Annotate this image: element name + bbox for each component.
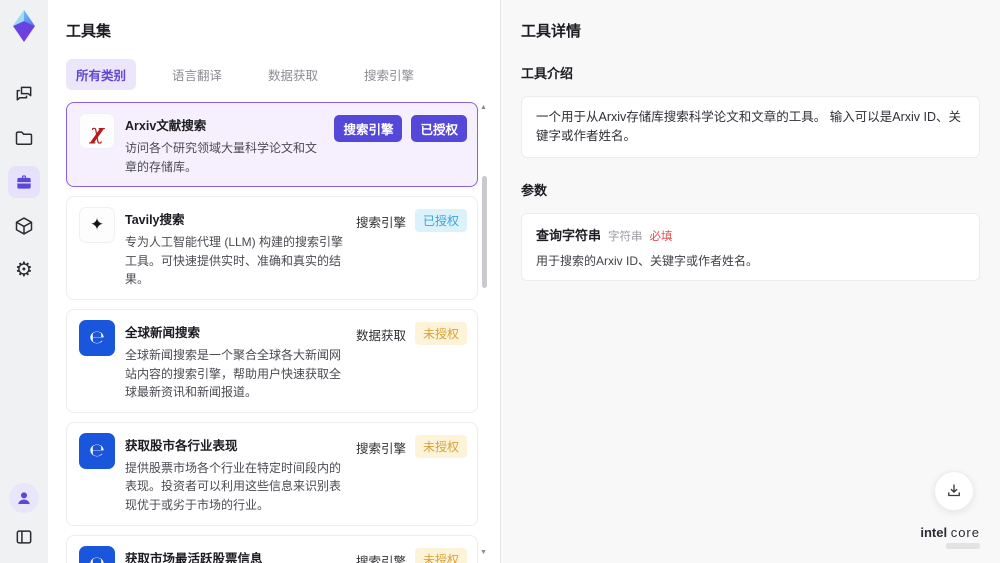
download-icon <box>945 482 963 500</box>
tool-detail-panel: 工具详情 工具介绍 一个用于从Arxiv存储库搜索科学论文和文章的工具。 输入可… <box>500 0 1000 563</box>
sidebar-bottom <box>8 483 40 553</box>
status-badge: 未授权 <box>414 547 467 563</box>
user-icon <box>15 489 33 507</box>
tavily-sparkle-icon: ✦ <box>79 207 115 244</box>
tool-name: Arxiv文献搜索 <box>125 119 207 133</box>
param-type: 字符串 <box>608 230 643 243</box>
gear-icon: ⚙ <box>15 259 33 281</box>
status-badge[interactable]: 已授权 <box>411 115 467 142</box>
arxiv-icon: χ <box>79 113 115 149</box>
param-card: 查询字符串 字符串 必填 用于搜索的Arxiv ID、关键字或作者姓名。 <box>521 212 980 281</box>
tool-name: Tavily搜索 <box>125 213 185 228</box>
download-button[interactable] <box>934 471 974 511</box>
page-title: 工具集 <box>66 23 112 40</box>
cube-icon <box>14 216 34 236</box>
intro-card: 一个用于从Arxiv存储库搜索科学论文和文章的工具。 输入可以是Arxiv ID… <box>521 96 980 158</box>
scroll-up-icon[interactable]: ▲ <box>480 104 487 111</box>
detail-title: 工具详情 <box>521 23 582 40</box>
sidebar-item-packages[interactable] <box>8 210 40 242</box>
scrollbar-thumb[interactable] <box>482 176 487 288</box>
tool-description: 提供股票市场各个行业在特定时间段内的表现。投资者可以利用这些信息来识别表现优于或… <box>125 460 342 512</box>
tool-row-arxiv[interactable]: χ Arxiv文献搜索 访问各个研究领域大量科学论文和文章的存储库。 搜索引擎 … <box>66 102 478 188</box>
tool-row-global-news[interactable]: ℮ 全球新闻搜索 全球新闻搜索是一个聚合全球各大新闻网站内容的搜索引擎，帮助用户… <box>66 308 478 413</box>
tab-all-categories[interactable]: 所有类别 <box>66 59 137 90</box>
sidebar-item-toolbox[interactable] <box>8 166 40 198</box>
category-label: 搜索引擎 <box>355 216 406 231</box>
tool-list-panel: 工具集 所有类别 语言翻译 数据获取 搜索引擎 χ Arxiv文献搜索 访问各个… <box>48 0 500 563</box>
sidebar-nav: ⚙ <box>8 78 40 286</box>
tool-row-tavily[interactable]: ✦ Tavily搜索 专为人工智能代理 (LLM) 构建的搜索引擎工具。可快速提… <box>66 196 478 300</box>
news-app-icon: ℮ <box>79 319 115 356</box>
tool-name: 获取市场最活跃股票信息 <box>125 551 263 563</box>
param-name: 查询字符串 <box>536 227 602 243</box>
sidebar-item-settings[interactable]: ⚙ <box>8 254 40 286</box>
sidebar: ⚙ <box>0 0 48 563</box>
tab-search-engine[interactable]: 搜索引擎 <box>354 59 424 90</box>
core-logo-text: core <box>950 525 980 540</box>
status-badge: 未授权 <box>414 434 467 458</box>
tab-language-translation[interactable]: 语言翻译 <box>162 59 232 90</box>
category-label: 数据获取 <box>355 328 406 343</box>
folder-icon <box>14 128 34 148</box>
sidebar-item-chat[interactable] <box>8 78 40 110</box>
status-badge: 未授权 <box>414 321 467 345</box>
tool-name: 获取股市各行业表现 <box>125 438 238 453</box>
intro-heading: 工具介绍 <box>521 66 574 81</box>
intel-core-logo: intel core <box>920 525 980 549</box>
params-heading: 参数 <box>521 182 548 198</box>
intel-logo-text: intel <box>920 525 948 540</box>
panel-toggle-button[interactable] <box>8 521 40 553</box>
chat-icon <box>14 84 34 104</box>
tool-name: 全球新闻搜索 <box>125 325 201 340</box>
category-label: 搜索引擎 <box>355 441 406 456</box>
sidebar-item-files[interactable] <box>8 122 40 154</box>
scroll-down-icon[interactable]: ▼ <box>480 549 487 556</box>
user-avatar-button[interactable] <box>9 483 39 513</box>
tool-description: 全球新闻搜索是一个聚合全球各大新闻网站内容的搜索引擎，帮助用户快速获取全球最新资… <box>125 347 342 400</box>
status-badge: 已授权 <box>414 209 467 233</box>
tool-description: 专为人工智能代理 (LLM) 构建的搜索引擎工具。可快速提供实时、准确和真实的结… <box>125 235 344 287</box>
tab-data-fetching[interactable]: 数据获取 <box>258 59 328 90</box>
category-label: 搜索引擎 <box>355 554 406 563</box>
tool-list: χ Arxiv文献搜索 访问各个研究领域大量科学论文和文章的存储库。 搜索引擎 … <box>66 102 487 563</box>
toolbox-icon <box>14 172 34 192</box>
news-app-icon: ℮ <box>79 545 115 563</box>
news-app-icon: ℮ <box>79 432 115 469</box>
category-tabs: 所有类别 语言翻译 数据获取 搜索引擎 <box>66 59 480 90</box>
app-window: ⚙ 工具集 所有类别 语言翻译 数据获取 搜索引擎 χ Arxiv文献搜索 访问… <box>0 0 1000 563</box>
tool-row-active-stocks[interactable]: ℮ 获取市场最活跃股票信息 提供当天交易量最高的股票列表，投资者可以利用这些信息… <box>66 534 478 563</box>
intel-logo-subtext <box>946 543 980 549</box>
panel-toggle-icon <box>14 527 34 547</box>
param-description: 用于搜索的Arxiv ID、关键字或作者姓名。 <box>536 253 759 268</box>
app-logo-gem-icon <box>7 8 41 44</box>
param-required-badge: 必填 <box>649 230 673 243</box>
category-badge[interactable]: 搜索引擎 <box>334 115 403 142</box>
tool-description: 访问各个研究领域大量科学论文和文章的存储库。 <box>125 141 318 174</box>
tool-row-sector-performance[interactable]: ℮ 获取股市各行业表现 提供股票市场各个行业在特定时间段内的表现。投资者可以利用… <box>66 421 478 526</box>
intro-text: 一个用于从Arxiv存储库搜索科学论文和文章的工具。 输入可以是Arxiv ID… <box>536 110 962 143</box>
list-scrollbar[interactable]: ▲ ▼ <box>480 104 487 563</box>
